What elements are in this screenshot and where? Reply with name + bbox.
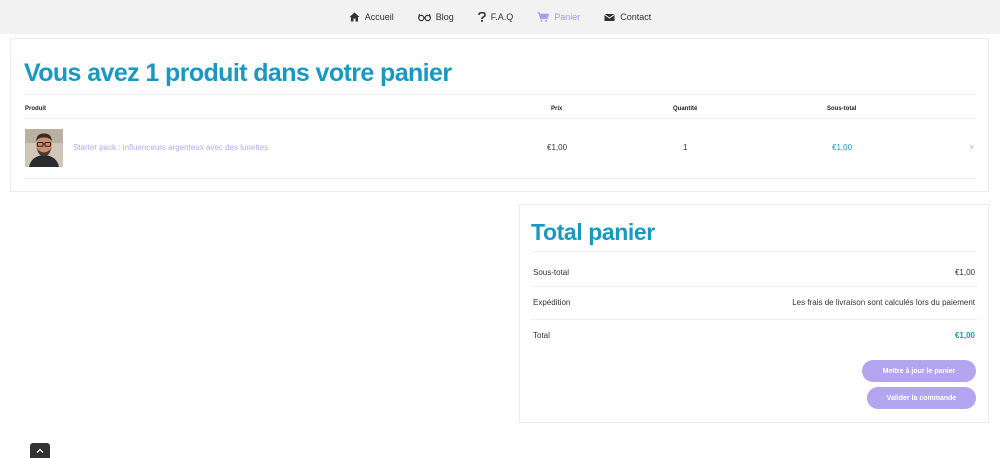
shipping-value: Les frais de livraison sont calculés lor… bbox=[792, 298, 975, 307]
product-price: €1,00 bbox=[547, 143, 568, 152]
product-thumbnail[interactable] bbox=[25, 129, 63, 167]
column-header-quantity: Quantité bbox=[673, 106, 698, 112]
product-subtotal: €1,00 bbox=[832, 143, 853, 152]
product-link[interactable]: Starter pack : influenceurs argenteux av… bbox=[73, 143, 268, 152]
totals-title: Total panier bbox=[531, 219, 655, 245]
cart-totals-panel: Total panier Sous-total €1,00 Expédition… bbox=[519, 204, 989, 423]
glasses-icon bbox=[417, 13, 431, 21]
divider bbox=[24, 118, 976, 119]
column-header-subtotal: Sous-total bbox=[827, 106, 857, 112]
nav-label-accueil: Accueil bbox=[364, 12, 394, 22]
shipping-label: Expédition bbox=[533, 298, 571, 307]
divider bbox=[24, 178, 976, 179]
nav-item-contact[interactable]: Contact bbox=[604, 12, 651, 22]
scroll-to-top-button[interactable] bbox=[30, 443, 50, 458]
product-quantity[interactable]: 1 bbox=[683, 143, 687, 152]
remove-item-button[interactable]: × bbox=[969, 142, 974, 152]
subtotal-label: Sous-total bbox=[533, 268, 570, 277]
product-photo bbox=[25, 129, 63, 167]
divider bbox=[531, 286, 977, 287]
divider bbox=[531, 319, 977, 320]
nav-item-blog[interactable]: Blog bbox=[417, 12, 454, 22]
chevron-up-icon bbox=[36, 448, 44, 453]
divider bbox=[531, 251, 977, 252]
home-icon bbox=[349, 12, 360, 22]
update-cart-button[interactable]: Mettre à jour le panier bbox=[862, 360, 976, 382]
divider bbox=[24, 94, 976, 95]
nav-label-faq: F.A.Q bbox=[490, 12, 514, 22]
nav-label-contact: Contact bbox=[620, 12, 652, 22]
cart-icon bbox=[537, 12, 550, 22]
subtotal-value: €1,00 bbox=[954, 268, 975, 277]
total-value: €1,00 bbox=[954, 331, 975, 340]
column-header-price: Prix bbox=[551, 106, 563, 112]
total-label: Total bbox=[533, 331, 550, 340]
nav-label-blog: Blog bbox=[435, 12, 454, 22]
envelope-icon bbox=[604, 13, 616, 21]
column-header-product: Produit bbox=[25, 106, 46, 112]
cart-panel: Vous avez 1 produit dans votre panier Pr… bbox=[10, 38, 989, 192]
question-icon bbox=[477, 12, 486, 22]
nav-label-panier: Panier bbox=[554, 12, 581, 22]
nav-item-faq[interactable]: F.A.Q bbox=[477, 12, 514, 22]
cart-title: Vous avez 1 produit dans votre panier bbox=[24, 59, 452, 87]
nav-item-panier[interactable]: Panier bbox=[537, 12, 580, 22]
nav-item-accueil[interactable]: Accueil bbox=[349, 12, 394, 22]
checkout-button[interactable]: Valider la commande bbox=[867, 387, 976, 409]
top-navigation: Accueil Blog F.A.Q Panier Contact bbox=[0, 0, 1000, 34]
